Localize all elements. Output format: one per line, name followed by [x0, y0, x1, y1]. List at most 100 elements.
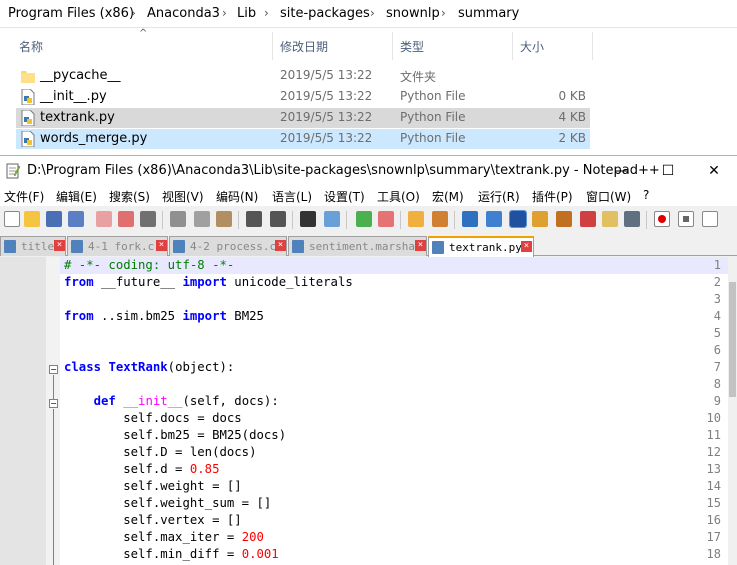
menu-encoding[interactable]: 编码(N): [216, 188, 258, 205]
word-wrap-icon[interactable]: [462, 211, 478, 227]
monitoring-icon[interactable]: [624, 211, 640, 227]
menu-search[interactable]: 搜索(S): [109, 188, 150, 205]
file-row-selected[interactable]: textrank.py 2019/5/5 13:22 Python File 4…: [16, 108, 590, 128]
saved-file-icon: [173, 240, 185, 253]
close-tab-icon[interactable]: ×: [415, 240, 426, 251]
cut-icon[interactable]: [170, 211, 186, 227]
file-date: 2019/5/5 13:22: [280, 110, 373, 124]
tab-process-c[interactable]: 4-2 process.c ×: [169, 236, 287, 256]
close-tab-icon[interactable]: ×: [275, 240, 286, 251]
close-button[interactable]: ✕: [691, 156, 737, 186]
menu-help[interactable]: ?: [643, 188, 649, 202]
column-divider[interactable]: [592, 32, 593, 60]
chevron-right-icon[interactable]: ›: [131, 6, 136, 20]
menu-run[interactable]: 运行(R): [478, 188, 520, 205]
scrollbar-thumb[interactable]: [729, 282, 736, 397]
menu-language[interactable]: 语言(L): [272, 188, 312, 205]
minimize-button[interactable]: —: [599, 156, 645, 186]
breadcrumb-item[interactable]: site-packages: [280, 6, 370, 21]
redo-icon[interactable]: [270, 211, 286, 227]
sync-horizontal-icon[interactable]: [432, 211, 448, 227]
print-icon[interactable]: [140, 211, 156, 227]
close-tab-icon[interactable]: ×: [521, 241, 532, 252]
line-number: 16: [706, 513, 721, 527]
tab-title[interactable]: title ×: [0, 236, 66, 256]
zoom-out-icon[interactable]: [378, 211, 394, 227]
breadcrumb-item[interactable]: summary: [458, 6, 519, 21]
tab-textrank-py[interactable]: textrank.py ×: [428, 236, 534, 257]
stop-recording-icon[interactable]: [678, 211, 694, 227]
user-language-icon[interactable]: [532, 211, 548, 227]
code-token: BM25: [226, 309, 264, 323]
fold-toggle-icon[interactable]: −: [49, 399, 58, 408]
code-line: self.D = len(docs): [64, 445, 257, 459]
code-editor[interactable]: 1 # -*- coding: utf-8 -*- 2 from __future__…: [0, 257, 737, 565]
code-line: self.docs = docs: [64, 411, 241, 425]
record-macro-icon[interactable]: [654, 211, 670, 227]
fold-toggle-icon[interactable]: −: [49, 365, 58, 374]
undo-icon[interactable]: [246, 211, 262, 227]
open-file-icon[interactable]: [24, 211, 40, 227]
file-row-hovered[interactable]: words_merge.py 2019/5/5 13:22 Python Fil…: [16, 129, 590, 149]
document-map-icon[interactable]: [556, 211, 572, 227]
file-row[interactable]: __pycache__ 2019/5/5 13:22 文件夹: [16, 66, 590, 86]
file-type: 文件夹: [400, 70, 437, 84]
menu-edit[interactable]: 编辑(E): [56, 188, 97, 205]
file-size: 0 KB: [558, 89, 586, 103]
indent-guide-icon[interactable]: [509, 210, 527, 228]
column-header-type[interactable]: 类型: [400, 38, 424, 55]
breadcrumb-item[interactable]: Anaconda3: [147, 6, 220, 21]
column-divider[interactable]: [272, 32, 273, 60]
show-all-characters-icon[interactable]: [486, 211, 502, 227]
tab-sentiment-marshal[interactable]: sentiment.marshal ×: [288, 236, 427, 256]
close-all-icon[interactable]: [118, 211, 134, 227]
sync-vertical-icon[interactable]: [408, 211, 424, 227]
file-row[interactable]: __init__.py 2019/5/5 13:22 Python File 0…: [16, 87, 590, 107]
breadcrumb-item[interactable]: Program Files (x86): [8, 6, 134, 21]
folder-as-workspace-icon[interactable]: [602, 211, 618, 227]
save-icon[interactable]: [46, 211, 62, 227]
maximize-button[interactable]: ☐: [645, 156, 691, 186]
menu-macro[interactable]: 宏(M): [432, 188, 464, 205]
function-list-icon[interactable]: [580, 211, 596, 227]
column-header-name[interactable]: 名称: [19, 38, 43, 55]
code-token: TextRank: [108, 360, 168, 374]
column-header-size[interactable]: 大小: [520, 38, 544, 55]
menu-settings[interactable]: 设置(T): [324, 188, 365, 205]
menu-plugins[interactable]: 插件(P): [532, 188, 573, 205]
menu-view[interactable]: 视图(V): [162, 188, 204, 205]
new-file-icon[interactable]: [4, 211, 20, 227]
code-token: (object):: [167, 360, 235, 374]
menu-window[interactable]: 窗口(W): [586, 188, 631, 205]
paste-icon[interactable]: [216, 211, 232, 227]
breadcrumb-item[interactable]: snownlp: [386, 6, 440, 21]
zoom-in-icon[interactable]: [356, 211, 372, 227]
code-line: class TextRank(object):: [64, 360, 234, 374]
close-tab-icon[interactable]: ×: [156, 240, 167, 251]
title-bar[interactable]: D:\Program Files (x86)\Anaconda3\Lib\sit…: [0, 156, 737, 186]
chevron-right-icon[interactable]: ›: [441, 6, 446, 20]
menu-file[interactable]: 文件(F): [4, 188, 44, 205]
column-header-date[interactable]: 修改日期: [280, 38, 328, 55]
line-number: 17: [706, 530, 721, 544]
tab-fork-c[interactable]: 4-1 fork.c ×: [67, 236, 168, 256]
chevron-right-icon[interactable]: ›: [370, 6, 375, 20]
close-file-icon[interactable]: [96, 211, 112, 227]
menu-tools[interactable]: 工具(O): [377, 188, 420, 205]
copy-icon[interactable]: [194, 211, 210, 227]
column-divider[interactable]: [512, 32, 513, 60]
line-number: 7: [713, 360, 721, 374]
replace-icon[interactable]: [324, 211, 340, 227]
find-icon[interactable]: [300, 211, 316, 227]
chevron-right-icon[interactable]: ›: [264, 6, 269, 20]
notepad-window: D:\Program Files (x86)\Anaconda3\Lib\sit…: [0, 155, 737, 565]
save-all-icon[interactable]: [68, 211, 84, 227]
playback-macro-icon[interactable]: [702, 211, 718, 227]
breadcrumb-item[interactable]: Lib: [237, 6, 256, 21]
chevron-right-icon[interactable]: ›: [222, 6, 227, 20]
column-divider[interactable]: [392, 32, 393, 60]
toolbar-separator: [454, 211, 455, 229]
close-tab-icon[interactable]: ×: [54, 240, 65, 251]
file-size: 4 KB: [558, 110, 586, 124]
code-token: self.D = len(docs): [64, 445, 257, 459]
